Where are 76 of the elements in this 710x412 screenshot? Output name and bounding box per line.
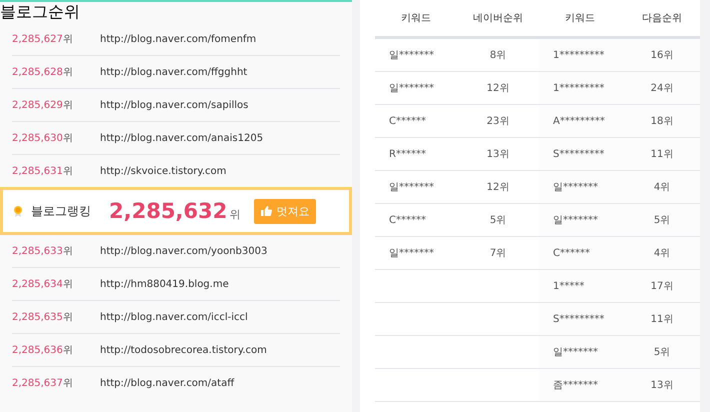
rank-cell-text: 12위 — [486, 82, 510, 95]
rank-unit: 위 — [62, 133, 73, 144]
blog-url[interactable]: http://skvoice.tistory.com — [100, 166, 226, 176]
rank-unit: 위 — [62, 100, 73, 111]
rank-cell-text: 4위 — [654, 247, 670, 260]
rank-number: 2,285,628 — [12, 67, 63, 78]
rank-number: 2,285,635 — [12, 312, 63, 323]
blog-url[interactable]: http://blog.naver.com/ataff — [100, 378, 234, 388]
rank-number: 2,285,627 — [12, 34, 63, 45]
keyword-cell: S********* — [553, 148, 604, 160]
blog-url[interactable]: http://blog.naver.com/fomenfm — [100, 34, 256, 44]
rank-number: 2,285,629 — [12, 100, 63, 111]
rank-cell-text: 16위 — [650, 49, 674, 62]
rank-unit: 위 — [62, 166, 73, 177]
rank-unit: 위 — [62, 34, 73, 45]
keyword-cell-text: 일******* — [389, 247, 434, 260]
keyword-cell: A********* — [553, 116, 605, 126]
keyword-cell: S********* — [553, 314, 604, 324]
keyword-cell-text: 일******* — [389, 82, 434, 95]
rank-unit: 위 — [62, 378, 73, 389]
rank-unit: 위 — [229, 207, 240, 222]
rank-number: 2,285,631 — [12, 166, 63, 177]
keyword-cell-text: 일******* — [553, 346, 598, 359]
blog-url[interactable]: http://blog.naver.com/anais1205 — [100, 132, 264, 144]
column-header: 네이버순위 — [473, 12, 523, 25]
rank-cell-text: 13위 — [486, 148, 510, 161]
blog-url[interactable]: http://blog.naver.com/sapillos — [100, 100, 248, 110]
rank-unit: 위 — [62, 312, 73, 323]
rank-cell-text: 7위 — [490, 247, 506, 260]
rank-cell-text: 5위 — [654, 214, 670, 227]
blog-url[interactable]: http://blog.naver.com/yoonb3003 — [100, 246, 268, 256]
column-header: 다음순위 — [642, 12, 682, 25]
rank-cell-text: 13위 — [650, 379, 674, 392]
keyword-cell: 1***** — [553, 280, 584, 292]
keyword-cell-text: 일******* — [389, 181, 434, 194]
keyword-cell-text: 일******* — [553, 214, 598, 227]
keyword-cell-text: 일******* — [553, 181, 598, 194]
keyword-cell: R****** — [389, 148, 426, 160]
rank-unit: 위 — [62, 279, 73, 290]
thumbs-up-icon — [261, 206, 272, 216]
rank-unit: 위 — [62, 67, 73, 78]
rank-cell-text: 12위 — [486, 181, 510, 194]
keyword-cell: C****** — [553, 248, 590, 258]
medal-icon — [13, 205, 23, 217]
current-rank-number: 2,285,632 — [109, 199, 228, 223]
rank-number: 2,285,630 — [12, 133, 63, 144]
rank-number: 2,285,636 — [12, 345, 63, 356]
keyword-cell-text: 좀******* — [553, 379, 598, 392]
rank-cell-text: 24위 — [650, 82, 674, 95]
rank-number: 2,285,634 — [12, 279, 63, 290]
rank-cell-text: 18위 — [650, 115, 674, 128]
blog-url[interactable]: http://blog.naver.com/ffgghht — [100, 66, 248, 78]
rank-cell-text: 11위 — [650, 313, 674, 326]
rank-number: 2,285,637 — [12, 378, 63, 389]
rank-unit: 위 — [62, 345, 73, 356]
keyword-cell-text: 일******* — [389, 49, 434, 62]
keyword-cell: 1********* — [553, 82, 604, 94]
rank-number: 2,285,633 — [12, 246, 63, 257]
rank-cell-text: 17위 — [650, 280, 674, 293]
blog-url[interactable]: http://blog.naver.com/iccl-iccl — [100, 312, 248, 322]
keyword-cell: 1********* — [553, 50, 604, 60]
ranking-label: 블로그랭킹 — [31, 202, 91, 220]
blog-url[interactable]: http://todosobrecorea.tistory.com — [100, 344, 267, 356]
rank-cell-text: 5위 — [490, 214, 506, 227]
rank-cell-text: 23위 — [486, 115, 510, 128]
rank-cell-text: 4위 — [654, 181, 670, 194]
rank-cell-text: 11위 — [650, 148, 674, 161]
blog-url[interactable]: http://hm880419.blog.me — [100, 278, 229, 290]
rank-cell-text: 5위 — [654, 346, 670, 359]
keyword-cell: C****** — [389, 116, 426, 126]
column-header: 키워드 — [401, 12, 431, 25]
keyword-cell: C****** — [389, 214, 426, 226]
column-header: 키워드 — [565, 12, 595, 25]
rank-unit: 위 — [62, 246, 73, 257]
panel-title: 블로그순위 — [0, 2, 80, 21]
rank-cell-text: 8위 — [490, 49, 506, 62]
